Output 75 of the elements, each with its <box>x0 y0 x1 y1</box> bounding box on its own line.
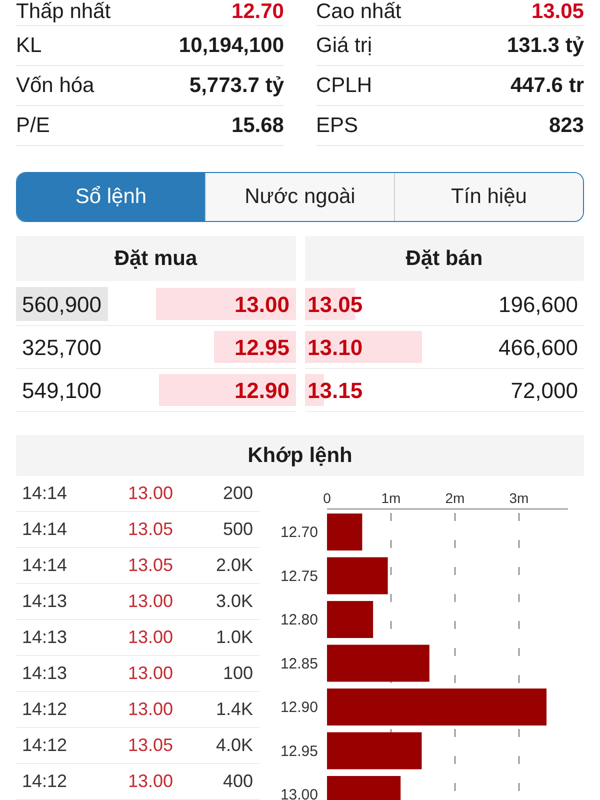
bid-price: 12.95 <box>234 334 290 362</box>
trade-time: 14:13 <box>21 662 68 685</box>
trade-time: 14:12 <box>21 734 68 757</box>
volume-bar <box>327 601 374 638</box>
trade-volume: 4.0K <box>216 734 254 757</box>
volume-bar <box>327 557 388 594</box>
price-level-label: 12.90 <box>280 699 318 716</box>
trade-price: 13.00 <box>128 662 174 685</box>
x-tick-label: 0 <box>323 490 331 506</box>
ask-price: 13.05 <box>306 290 363 318</box>
section-header: Khớp lệnh <box>16 435 584 476</box>
trade-price: 13.05 <box>128 734 174 757</box>
trade-volume: 400 <box>222 770 254 793</box>
stat-value: 13.05 <box>531 0 584 24</box>
tab[interactable]: Tín hiệu <box>394 173 583 221</box>
price-level-label: 12.85 <box>280 655 318 672</box>
stat-label: EPS <box>316 114 358 138</box>
tab[interactable]: Nước ngoài <box>205 173 394 221</box>
stat-value: 10,194,100 <box>178 34 284 58</box>
price-level-label: 12.95 <box>280 742 318 760</box>
trade-time: 14:14 <box>21 518 68 541</box>
bid-price: 12.90 <box>234 376 290 404</box>
stat-label: Cao nhất <box>316 0 402 24</box>
price-level-label: 12.75 <box>280 568 318 585</box>
trade-price: 13.05 <box>128 518 174 541</box>
stat-label: KL <box>16 34 42 58</box>
stat-value: 823 <box>548 114 584 138</box>
trade-volume: 3.0K <box>216 590 254 613</box>
column-header: Đặt bán <box>304 236 584 281</box>
stat-value: 15.68 <box>231 114 284 138</box>
stat-value: 131.3 tỷ <box>506 34 584 58</box>
stat-label: P/E <box>16 114 50 138</box>
trade-volume: 1.4K <box>216 698 254 721</box>
x-tick-label: 2m <box>445 490 465 506</box>
stat-label: CPLH <box>316 74 372 98</box>
trade-time: 14:12 <box>21 698 68 721</box>
x-tick-label: 1m <box>381 490 401 506</box>
trade-price: 13.00 <box>128 770 174 793</box>
ask-volume: 196,600 <box>497 290 579 318</box>
stat-value: 12.70 <box>231 0 284 24</box>
price-level-label: 13.00 <box>280 786 318 800</box>
ask-volume: 72,000 <box>510 376 579 404</box>
stat-value: 447.6 tr <box>510 74 584 98</box>
trade-volume: 100 <box>222 662 254 685</box>
trade-price: 13.00 <box>128 626 174 649</box>
ask-volume: 466,600 <box>497 334 579 362</box>
volume-bar <box>327 514 362 550</box>
stat-value: 5,773.7 tỷ <box>189 74 284 98</box>
trade-time: 14:13 <box>21 590 68 613</box>
stat-label: Giá trị <box>316 34 372 58</box>
trade-price: 13.00 <box>128 698 174 721</box>
bid-volume: 325,700 <box>21 334 103 362</box>
bid-volume: 560,900 <box>16 287 108 321</box>
x-tick-label: 3m <box>509 490 529 506</box>
ask-price: 13.10 <box>306 334 363 362</box>
trade-price: 13.00 <box>128 590 174 613</box>
trade-time: 14:12 <box>21 770 68 793</box>
ask-price: 13.15 <box>306 376 363 404</box>
trade-volume: 1.0K <box>216 626 254 649</box>
trade-time: 14:14 <box>21 554 68 577</box>
trade-time: 14:14 <box>21 482 68 505</box>
trade-price: 13.00 <box>128 482 174 505</box>
trade-volume: 2.0K <box>216 554 254 577</box>
tab[interactable]: Sổ lệnh <box>17 173 205 221</box>
price-level-label: 12.70 <box>280 524 318 541</box>
trade-time: 14:13 <box>21 626 68 649</box>
bid-volume: 549,100 <box>21 376 103 404</box>
price-level-label: 12.80 <box>280 612 318 628</box>
column-header: Đặt mua <box>16 236 296 281</box>
trade-volume: 500 <box>222 518 254 541</box>
bid-price: 13.00 <box>234 290 290 318</box>
stat-label: Vốn hóa <box>16 74 94 98</box>
trade-volume: 200 <box>222 482 254 505</box>
stat-label: Thấp nhất <box>16 0 111 24</box>
trade-price: 13.05 <box>128 554 174 577</box>
